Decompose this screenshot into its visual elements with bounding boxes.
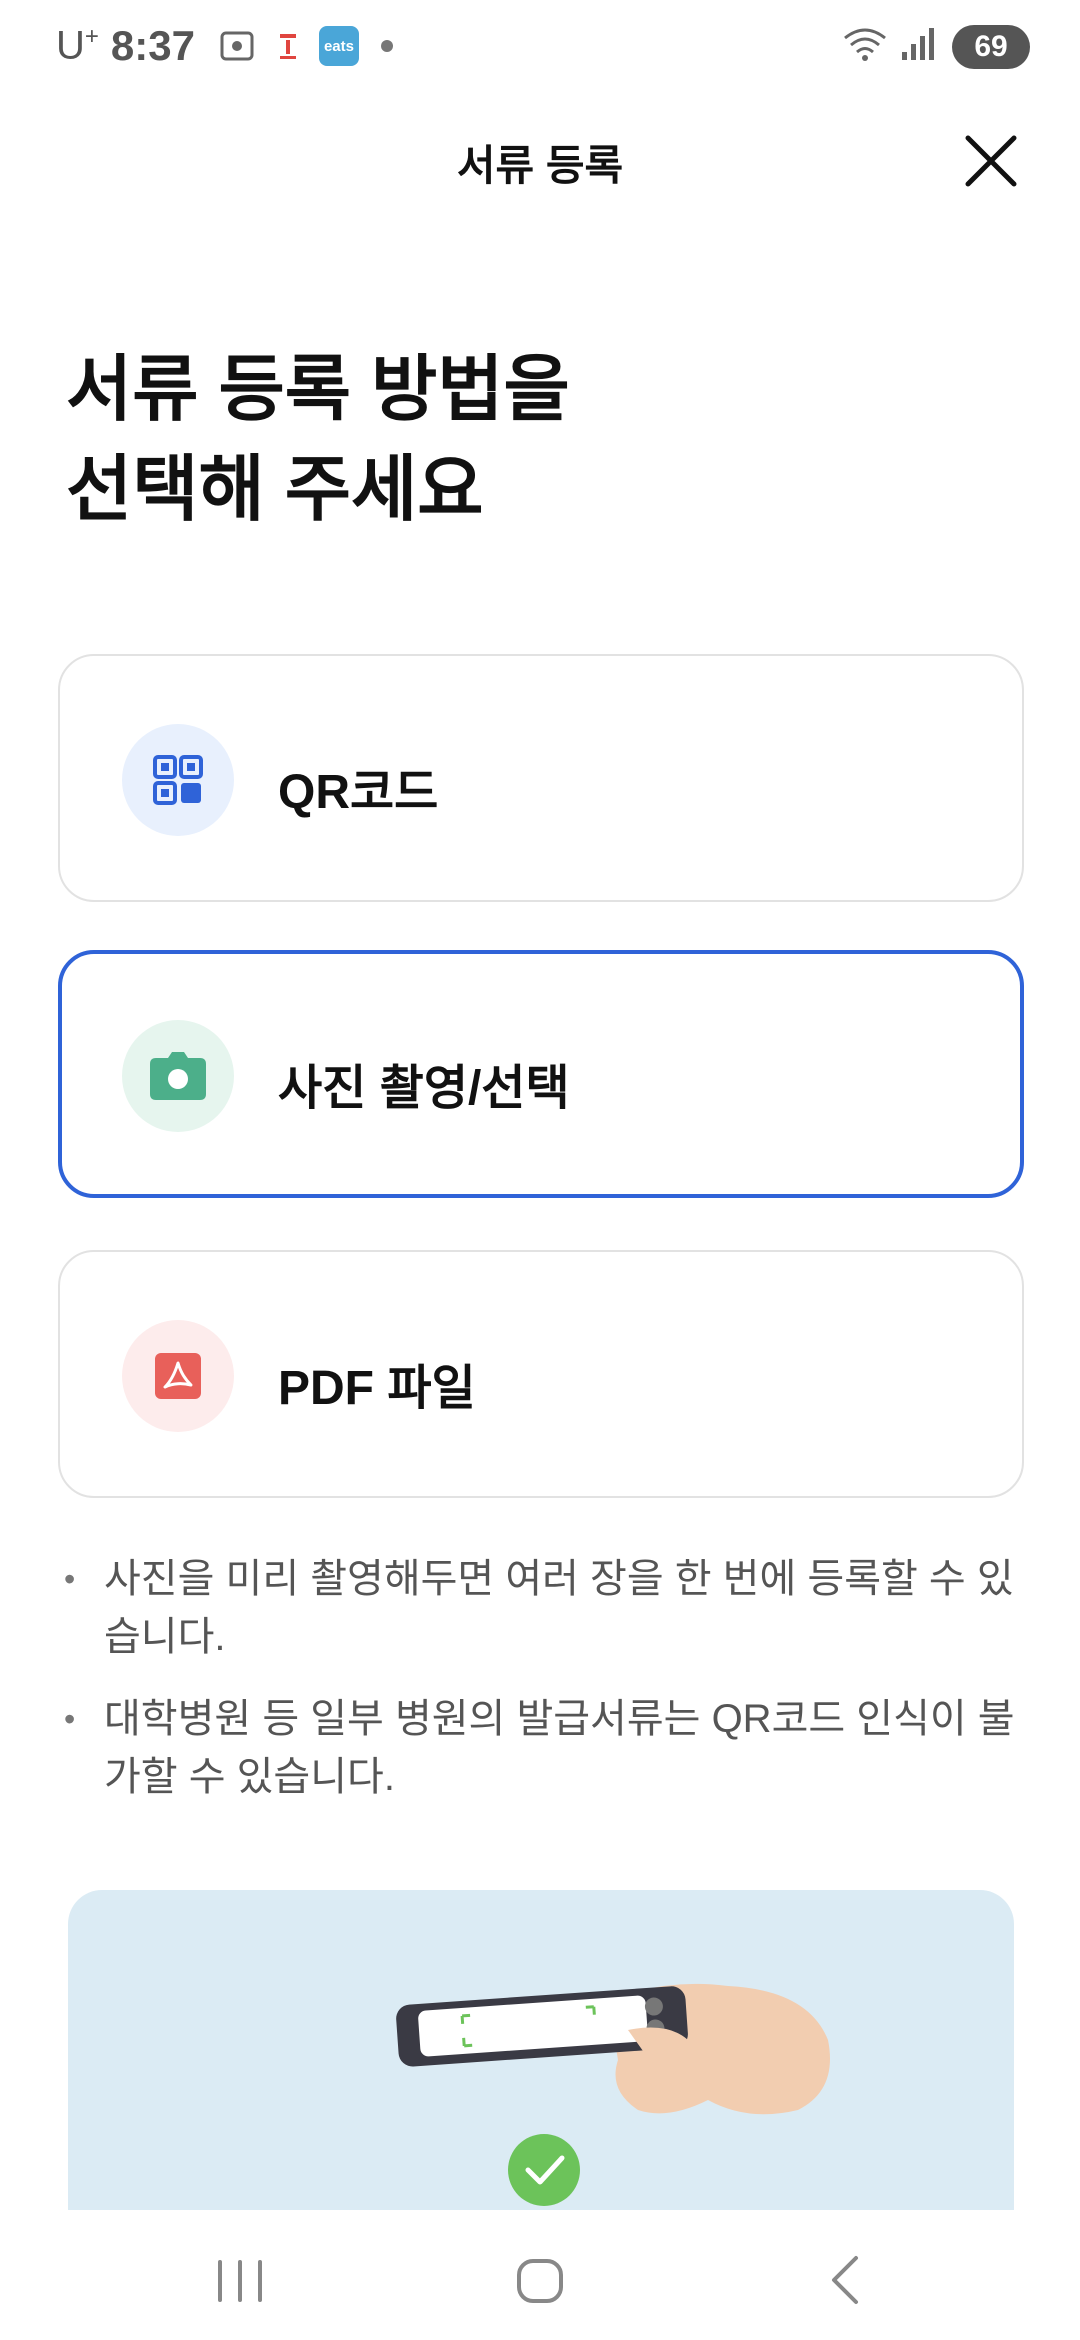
close-button[interactable]: [956, 126, 1026, 196]
status-time: 8:37: [110, 22, 195, 69]
recent-apps-button[interactable]: [200, 2250, 280, 2310]
wifi-icon: [840, 24, 890, 69]
carrier-label: U+: [56, 23, 99, 68]
phone-scan-illustration: [396, 1983, 830, 2206]
recent-apps-icon: [218, 2260, 262, 2302]
scan-illustration: [68, 1890, 1014, 2230]
eats-app-icon: eats: [318, 26, 359, 66]
home-icon: [517, 2259, 563, 2303]
qr-code-icon: [122, 724, 234, 836]
screenshot-icon: [217, 26, 257, 66]
back-button[interactable]: [806, 2250, 886, 2310]
option-photo[interactable]: 사진 촬영/선택: [58, 950, 1024, 1198]
close-icon: [965, 135, 1017, 187]
pdf-icon: [122, 1320, 234, 1432]
back-icon: [832, 2256, 858, 2304]
status-bar: U+ 8:37 eats 69: [0, 0, 1080, 100]
option-label: 사진 촬영/선택: [278, 1062, 570, 1115]
heading-line-1: 서류 등록 방법을: [66, 350, 570, 430]
home-button[interactable]: [500, 2250, 580, 2310]
status-left: U+ 8:37 eats: [56, 22, 393, 70]
note-item: 대학병원 등 일부 병원의 발급서류는 QR코드 인식이 불가할 수 있습니다.: [64, 1690, 1024, 1806]
option-pdf[interactable]: PDF 파일: [58, 1250, 1024, 1498]
camera-icon: [122, 1020, 234, 1132]
option-label: QR코드: [278, 766, 439, 819]
page-title: 서류 등록: [456, 142, 624, 189]
option-label: PDF 파일: [278, 1362, 476, 1415]
status-right: 69: [840, 24, 1030, 69]
check-badge-icon: [508, 2134, 580, 2206]
header: 서류 등록: [0, 110, 1080, 210]
option-qr-code[interactable]: QR코드: [58, 654, 1024, 902]
heading-line-2: 선택해 주세요: [66, 450, 484, 530]
more-notifications-dot: [380, 40, 393, 52]
app-notification-icon: [273, 26, 303, 66]
signal-icon: [898, 24, 938, 69]
battery-indicator: 69: [952, 24, 1030, 69]
instruction-heading: 서류 등록 방법을 선택해 주세요: [66, 340, 570, 540]
note-item: 사진을 미리 촬영해두면 여러 장을 한 번에 등록할 수 있습니다.: [64, 1550, 1024, 1666]
notes-list: 사진을 미리 촬영해두면 여러 장을 한 번에 등록할 수 있습니다. 대학병원…: [64, 1550, 1024, 1830]
system-nav-bar: [0, 2210, 1080, 2340]
